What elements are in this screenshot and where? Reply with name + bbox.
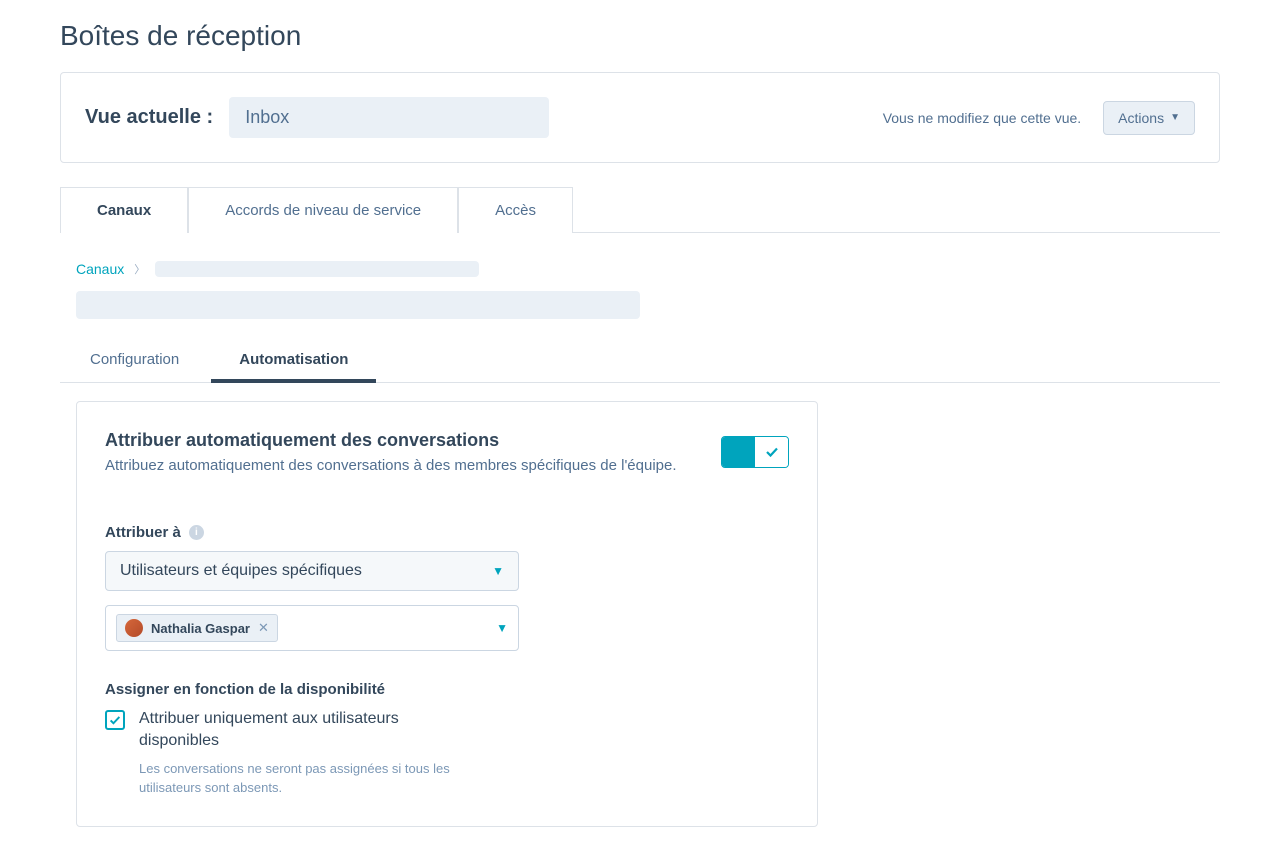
tab-access[interactable]: Accès: [458, 187, 573, 233]
view-right: Vous ne modifiez que cette vue. Actions …: [883, 101, 1195, 135]
check-icon: [108, 713, 122, 727]
panel-header-row: Attribuer automatiquement des conversati…: [105, 430, 789, 474]
assign-to-select-value: Utilisateurs et équipes spécifiques: [120, 562, 362, 580]
view-card: Vue actuelle : Vous ne modifiez que cett…: [60, 72, 1220, 163]
availability-section-label: Assigner en fonction de la disponibilité: [105, 681, 789, 698]
availability-checkbox[interactable]: [105, 710, 125, 730]
assign-to-select[interactable]: Utilisateurs et équipes spécifiques ▼: [105, 551, 519, 591]
automation-panel: Attribuer automatiquement des conversati…: [76, 401, 818, 827]
tab-sla[interactable]: Accords de niveau de service: [188, 187, 458, 233]
main-tabs: Canaux Accords de niveau de service Accè…: [60, 187, 1220, 233]
close-icon[interactable]: ✕: [258, 620, 269, 636]
sub-tabs: Configuration Automatisation: [60, 337, 1220, 383]
tab-channels[interactable]: Canaux: [60, 187, 188, 233]
assign-to-label: Attribuer à i: [105, 524, 789, 541]
breadcrumb-placeholder: [155, 261, 479, 277]
availability-check-row: Attribuer uniquement aux utilisateurs di…: [105, 708, 789, 798]
caret-down-icon: ▼: [496, 621, 508, 635]
check-icon: [764, 444, 780, 460]
info-icon[interactable]: i: [189, 525, 204, 540]
assign-to-label-text: Attribuer à: [105, 524, 181, 541]
chevron-right-icon: 〉: [134, 261, 145, 277]
availability-help-text: Les conversations ne seront pas assignée…: [139, 759, 459, 798]
avatar: [125, 619, 143, 637]
actions-button[interactable]: Actions ▼: [1103, 101, 1195, 135]
caret-down-icon: ▼: [1170, 112, 1180, 123]
availability-text-col: Attribuer uniquement aux utilisateurs di…: [139, 708, 459, 798]
page-title: Boîtes de réception: [60, 20, 1220, 52]
panel-header-text: Attribuer automatiquement des conversati…: [105, 430, 677, 474]
breadcrumb-root-link[interactable]: Canaux: [76, 261, 124, 277]
user-chip: Nathalia Gaspar ✕: [116, 614, 278, 642]
user-chip-name: Nathalia Gaspar: [151, 621, 250, 636]
caret-down-icon: ▼: [492, 564, 504, 578]
subtab-automation[interactable]: Automatisation: [239, 337, 348, 382]
panel-description: Attribuez automatiquement des conversati…: [105, 457, 677, 474]
subtab-configuration[interactable]: Configuration: [90, 337, 179, 382]
title-placeholder: [76, 291, 640, 319]
current-view-label: Vue actuelle :: [85, 106, 213, 129]
toggle-check-side: [755, 437, 788, 467]
view-name-input[interactable]: [229, 97, 549, 138]
auto-assign-toggle[interactable]: [721, 436, 789, 468]
panel-title: Attribuer automatiquement des conversati…: [105, 430, 677, 451]
actions-button-label: Actions: [1118, 110, 1164, 126]
toggle-on-side: [722, 437, 755, 467]
view-note: Vous ne modifiez que cette vue.: [883, 110, 1081, 126]
breadcrumb: Canaux 〉: [76, 261, 1220, 277]
availability-checkbox-label: Attribuer uniquement aux utilisateurs di…: [139, 708, 459, 753]
assign-users-select[interactable]: Nathalia Gaspar ✕ ▼: [105, 605, 519, 651]
view-left: Vue actuelle :: [85, 97, 549, 138]
